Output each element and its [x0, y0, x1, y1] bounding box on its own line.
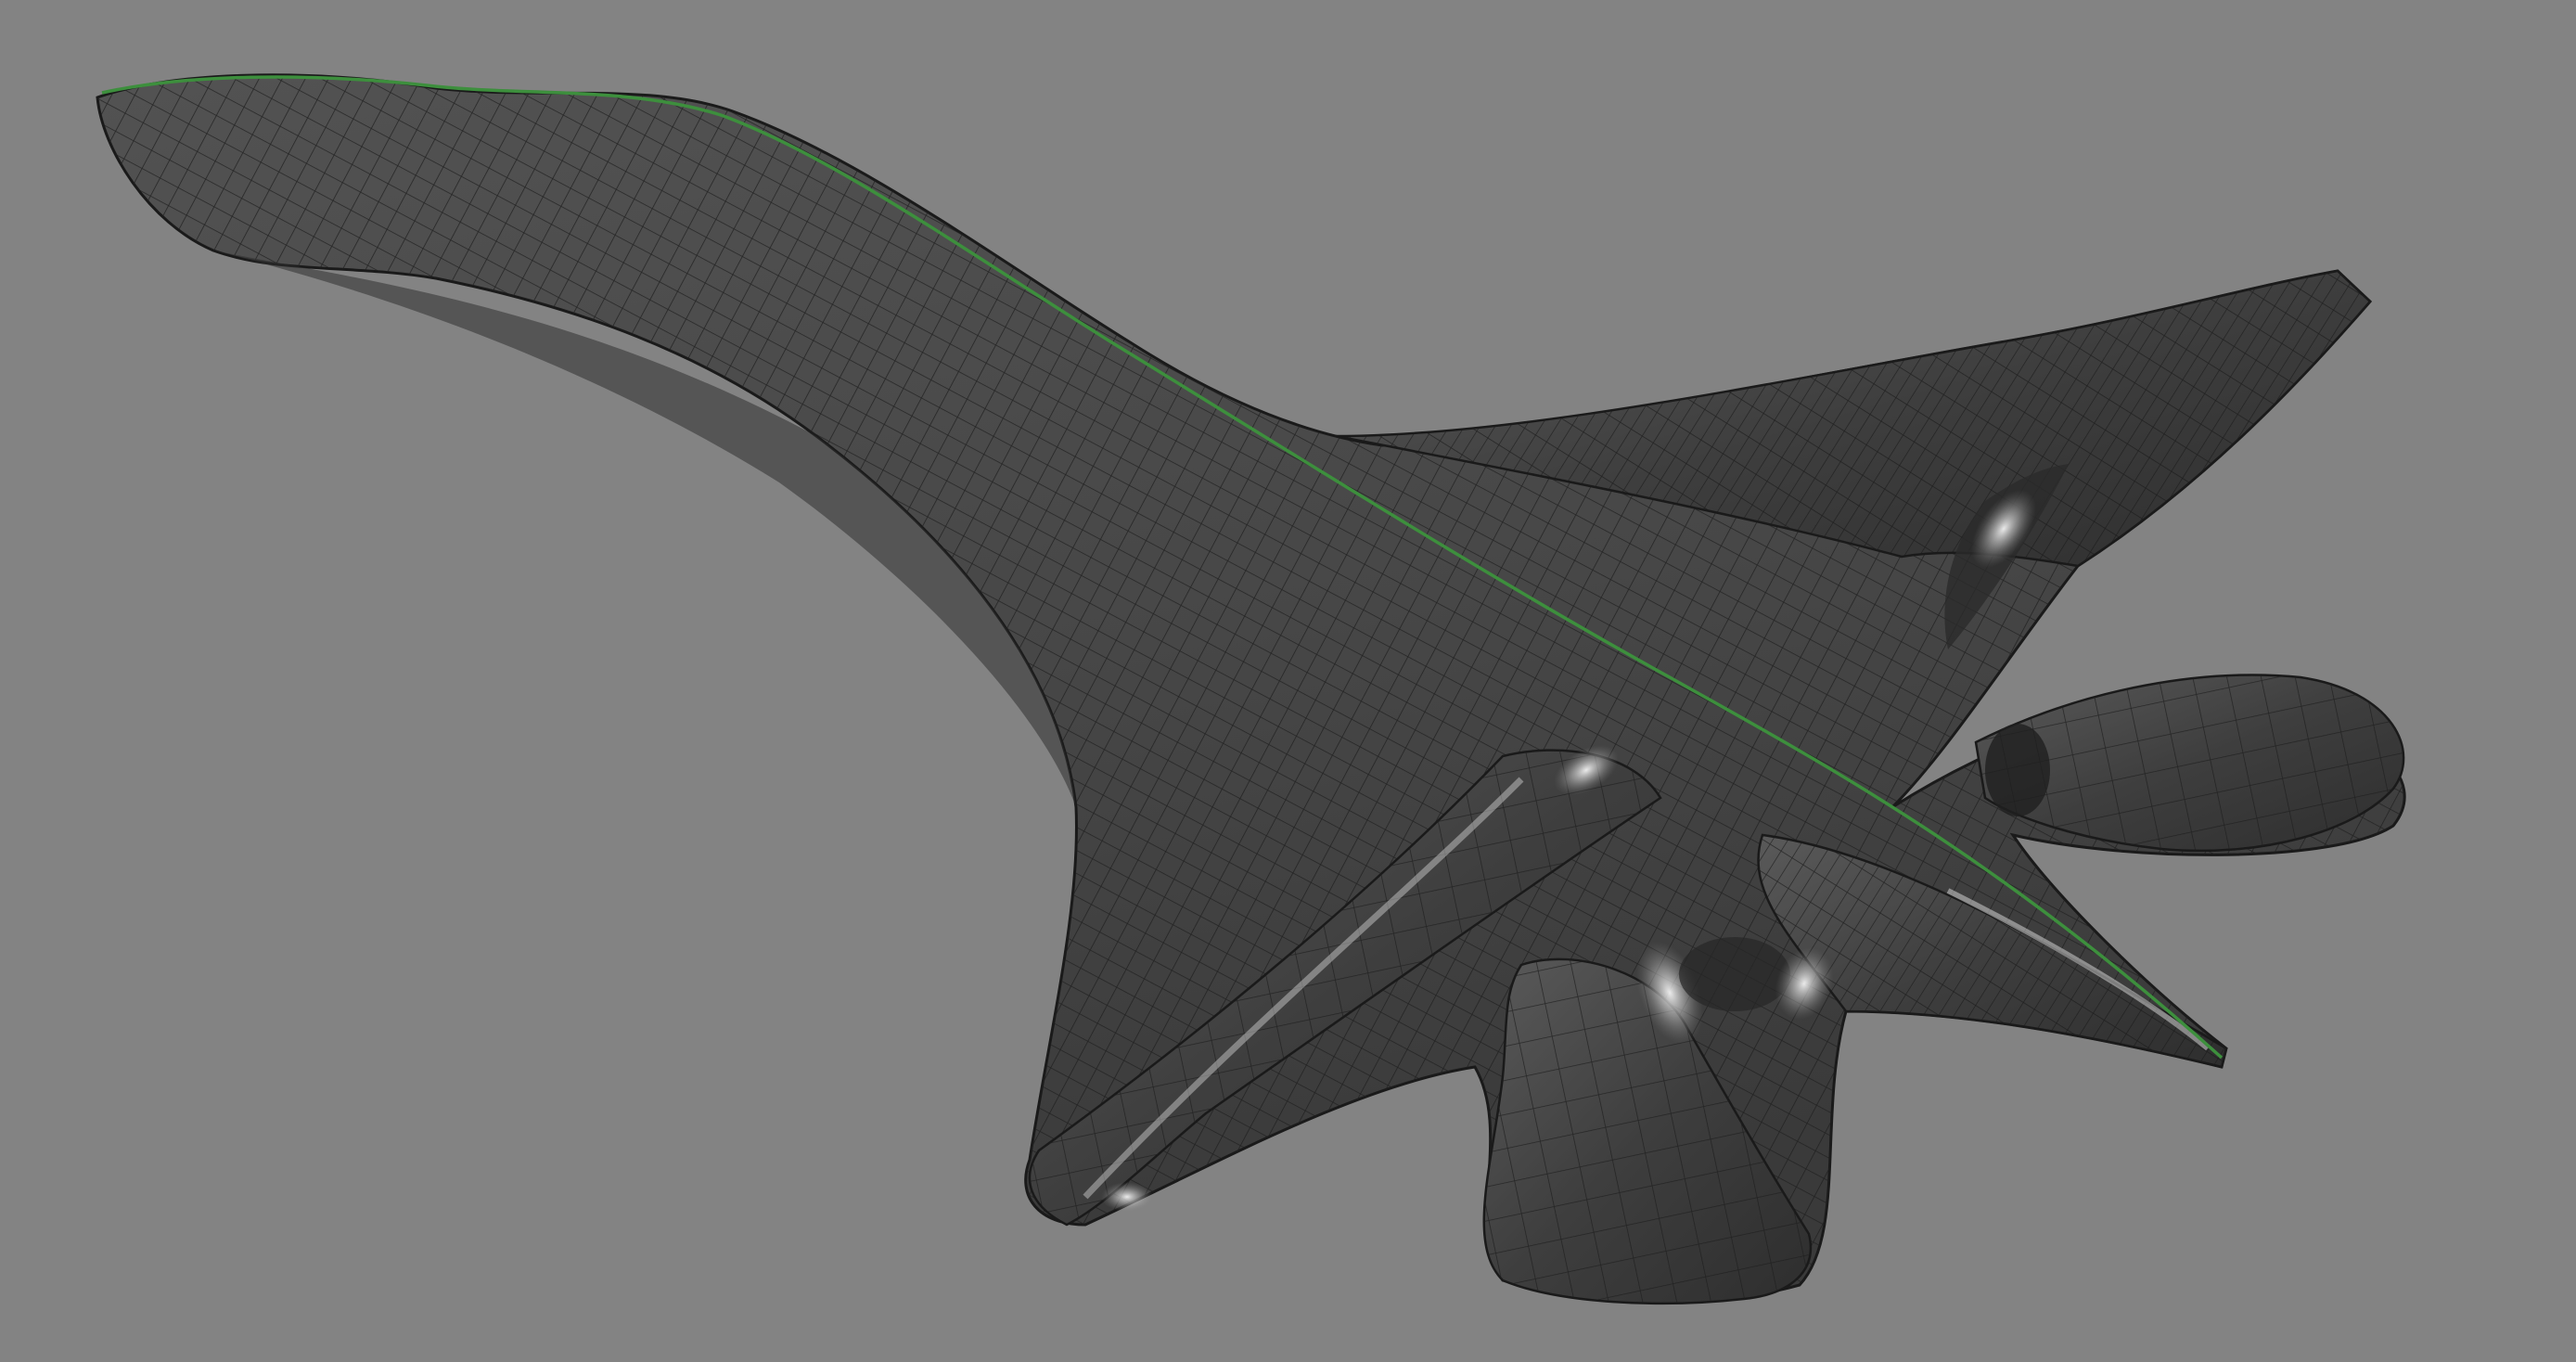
organic-surface-model[interactable]: [96, 73, 2406, 1305]
viewport-scene[interactable]: [0, 0, 2576, 1362]
left-arm-tip-specular: [1101, 1182, 1153, 1212]
isocurve-overlay: [97, 74, 2405, 1303]
3d-viewport[interactable]: [0, 0, 2576, 1362]
paddle-root-shadow: [1985, 724, 2050, 816]
center-knot-shadow: [1679, 937, 1790, 1011]
